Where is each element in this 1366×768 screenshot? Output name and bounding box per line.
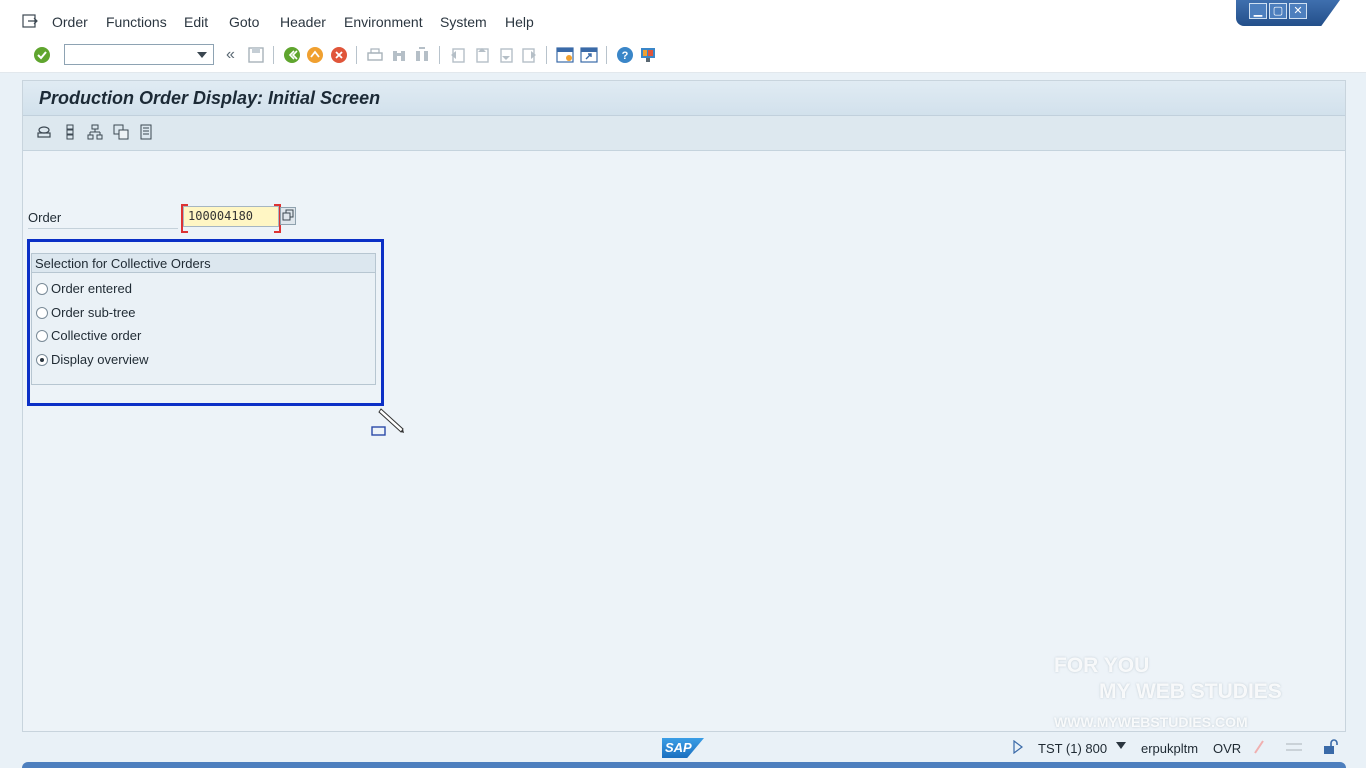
radio-button[interactable] [36, 354, 48, 366]
new-session-icon[interactable] [556, 46, 574, 64]
radio-display-overview[interactable]: Display overview [36, 352, 236, 370]
toolbar-separator [273, 46, 274, 64]
menu-goto[interactable]: Goto [229, 14, 259, 30]
toolbar-separator [356, 46, 357, 64]
radio-label: Display overview [51, 352, 149, 367]
main-screen: Production Order Display: Initial Screen… [22, 80, 1346, 732]
menu-order[interactable]: Order [52, 14, 88, 30]
operations-icon[interactable] [62, 124, 78, 140]
header-icon[interactable] [36, 124, 52, 140]
radio-order-sub-tree[interactable]: Order sub-tree [36, 305, 236, 323]
order-input[interactable]: 100004180 [181, 204, 281, 233]
connection-icon [1286, 743, 1302, 751]
radio-label: Order entered [51, 281, 132, 296]
watermark-line3: WWW.MYWEBSTUDIES.COM [1054, 714, 1248, 730]
command-field[interactable] [64, 44, 214, 65]
radio-label: Collective order [51, 328, 142, 343]
page-title: Production Order Display: Initial Screen [39, 88, 381, 108]
close-button[interactable]: ✕ [1289, 3, 1307, 19]
print-icon[interactable] [366, 46, 384, 64]
menu-help[interactable]: Help [505, 14, 534, 30]
maximize-button[interactable]: ▢ [1269, 3, 1287, 19]
watermark-line1: FOR YOU [1054, 654, 1150, 677]
window-controls: ▁ ▢ ✕ [1236, 0, 1340, 26]
screen-title-bar: Production Order Display: Initial Screen [23, 81, 1345, 116]
last-page-icon[interactable] [520, 46, 538, 64]
play-icon[interactable] [1013, 740, 1023, 754]
minimize-button[interactable]: ▁ [1249, 3, 1267, 19]
toolbar-separator [439, 46, 440, 64]
toolbar-separator [606, 46, 607, 64]
customize-layout-icon[interactable] [639, 46, 657, 64]
cancel-icon[interactable] [330, 46, 348, 64]
radio-button[interactable] [36, 307, 48, 319]
find-next-icon[interactable] [413, 46, 431, 64]
radio-label: Order sub-tree [51, 305, 136, 320]
lock-status-icon [1254, 740, 1264, 754]
unlock-icon[interactable] [1322, 738, 1340, 756]
toolbar-separator [546, 46, 547, 64]
svg-text:?: ? [622, 50, 629, 62]
shortcut-icon[interactable] [580, 46, 598, 64]
menu-edit[interactable]: Edit [184, 14, 208, 30]
menu-environment[interactable]: Environment [344, 14, 423, 30]
radio-button[interactable] [36, 283, 48, 295]
back-icon[interactable] [283, 46, 301, 64]
chevron-down-icon[interactable] [197, 52, 207, 58]
system-info[interactable]: TST (1) 800 [1038, 741, 1107, 756]
pencil-cursor-icon [371, 408, 404, 436]
first-page-icon[interactable] [449, 46, 467, 64]
documents-icon[interactable] [138, 124, 154, 140]
menu-exit-icon[interactable] [22, 14, 38, 28]
insert-mode[interactable]: OVR [1213, 741, 1241, 756]
next-page-icon[interactable] [497, 46, 515, 64]
application-toolbar [23, 116, 1345, 151]
radio-collective-order[interactable]: Collective order [36, 328, 236, 346]
sap-logo: SAP [662, 738, 704, 758]
radio-button[interactable] [36, 330, 48, 342]
chevron-down-icon[interactable] [1116, 742, 1126, 750]
standard-toolbar: « ? [0, 40, 1366, 73]
previous-page-icon[interactable] [473, 46, 491, 64]
menu-bar: Order Functions Edit Goto Header Environ… [0, 0, 1366, 41]
menu-system[interactable]: System [440, 14, 487, 30]
selection-collective-orders-group: Selection for Collective Orders Order en… [31, 253, 376, 385]
status-bar: SAP TST (1) 800 erpukpltm OVR [0, 732, 1366, 762]
group-title: Selection for Collective Orders [32, 254, 375, 273]
menu-header[interactable]: Header [280, 14, 326, 30]
server-name: erpukpltm [1141, 741, 1199, 756]
menu-functions[interactable]: Functions [106, 14, 167, 30]
help-icon[interactable]: ? [616, 46, 634, 64]
value-help-icon [282, 209, 294, 221]
save-icon[interactable] [247, 46, 265, 64]
watermark-line2: MY WEB STUDIES [1099, 680, 1282, 703]
possible-entries-button[interactable] [280, 207, 296, 225]
order-label: Order [28, 210, 178, 229]
structure-icon[interactable] [87, 124, 103, 140]
window-bottom-border [22, 762, 1346, 768]
components-icon[interactable] [113, 124, 129, 140]
find-icon[interactable] [390, 46, 408, 64]
collapse-toolbar-icon[interactable]: « [226, 46, 235, 64]
exit-icon[interactable] [306, 46, 324, 64]
radio-order-entered[interactable]: Order entered [36, 281, 236, 299]
enter-icon[interactable] [33, 46, 51, 64]
